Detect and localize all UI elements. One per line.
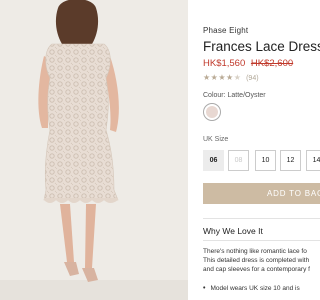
price-row: HK$1,560 HK$2,600 <box>203 58 293 69</box>
model-lace-dress-image <box>0 0 188 300</box>
size-option-10[interactable]: 10 <box>255 150 276 171</box>
model-size-note: • Model wears UK size 10 and is <box>203 285 300 292</box>
star-icon: ★ <box>233 73 242 82</box>
add-to-bag-button[interactable]: ADD TO BAG <box>203 183 320 204</box>
description-line: There's nothing like romantic lace fo <box>203 248 307 255</box>
size-option-12[interactable]: 12 <box>280 150 301 171</box>
model-size-text: Model wears UK size 10 and is <box>210 285 300 292</box>
divider <box>203 218 320 219</box>
original-price: HK$2,600 <box>250 58 294 69</box>
description-line: and cap sleeves for a contemporary f <box>203 266 310 273</box>
why-we-love-it-heading[interactable]: Why We Love It <box>203 226 263 236</box>
star-icon: ★ <box>226 73 234 82</box>
colour-label: Colour: Latte/Oyster <box>203 92 266 99</box>
brand-name[interactable]: Phase Eight <box>203 26 248 35</box>
size-selector: 06 08 10 12 14 <box>203 150 320 172</box>
current-price: HK$1,560 <box>203 58 246 69</box>
divider <box>203 240 320 241</box>
size-label: UK Size <box>203 136 229 143</box>
size-option-06[interactable]: 06 <box>203 150 224 171</box>
product-photo[interactable] <box>0 0 188 300</box>
product-description: There's nothing like romantic lace fo Th… <box>203 247 320 274</box>
rating-stars[interactable]: ★★★★★ (94) <box>203 73 259 82</box>
description-line: This detailed dress is completed with <box>203 257 310 264</box>
star-icon: ★ <box>203 73 211 82</box>
review-count[interactable]: (94) <box>246 75 258 82</box>
colour-swatch[interactable] <box>203 103 221 121</box>
star-icon: ★ <box>218 73 227 82</box>
size-option-08[interactable]: 08 <box>228 150 249 171</box>
product-info-panel: Phase Eight Frances Lace Dress HK$1,560 … <box>203 0 320 300</box>
colour-swatch-fill <box>206 106 218 118</box>
size-option-14[interactable]: 14 <box>306 150 320 171</box>
product-title: Frances Lace Dress <box>203 39 320 54</box>
bullet-dot-icon: • <box>203 285 206 292</box>
